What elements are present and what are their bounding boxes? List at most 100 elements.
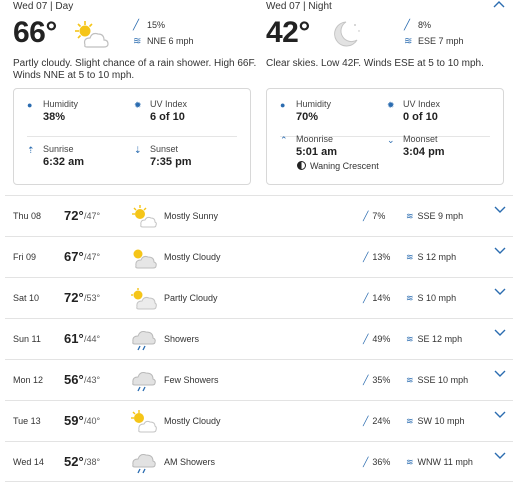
forecast-date: Fri 09 [13,252,37,262]
forecast-date: Mon 12 [13,375,44,385]
raindrop-icon: ╱ [363,252,369,262]
forecast-condition: Partly Cloudy [164,293,218,303]
sun-icon: ✹ [387,100,395,110]
forecast-high: 56° [64,372,84,387]
forecast-row[interactable]: Mon 12 56° /43° Few Showers ╱ 35% ≋ SSE 10… [5,359,513,400]
forecast-high: 72° [64,290,84,305]
forecast-low: /40° [84,416,101,426]
forecast-precip: ╱ 35% [363,375,391,385]
day-panel: Wed 07 | Day 66° ╱ 15% ≋ NNE 6 mph Partly … [13,0,263,82]
night-wind: ≋ ESE 7 mph [404,36,464,47]
forecast-high: 52° [64,454,84,469]
forecast-date: Sun 11 [13,334,41,344]
raindrop-icon: ╱ [363,416,369,426]
forecast-row[interactable]: Sat 10 72° /53° Partly Cloudy ╱ 14% ≋ S 10… [5,277,513,318]
sun-icon: ✹ [134,100,142,110]
forecast-precip: ╱ 13% [363,252,391,262]
moonset-icon: ⌄ [387,135,395,145]
collapse-chevron-icon[interactable] [493,0,505,8]
forecast-wind: ≋ SE 12 mph [406,334,463,344]
forecast-wind: ≋ S 12 mph [406,252,457,262]
forecast-low: /47° [84,252,101,262]
night-precip: ╱ 8% [404,20,432,31]
night-humidity: ● Humidity 70% [280,99,332,123]
forecast-condition: Mostly Cloudy [164,416,221,426]
expand-chevron-icon[interactable] [494,247,508,261]
wind-icon: ≋ [133,36,142,47]
forecast-date: Sat 10 [13,293,40,303]
day-temperature: 66° [13,16,57,49]
forecast-precip: ╱ 49% [363,334,391,344]
expand-chevron-icon[interactable] [494,411,508,425]
day-description: Partly cloudy. Slight chance of a rain s… [13,58,257,81]
wind-icon: ≋ [406,211,414,221]
forecast-precip: ╱ 36% [363,457,391,467]
day-wind: ≋ NNE 6 mph [133,36,194,47]
moonrise: ⌃ Moonrise 5:01 am [280,134,337,158]
forecast-low: /44° [84,334,101,344]
forecast-wind: ≋ SSE 9 mph [406,211,464,221]
rain-cloud-icon [129,368,157,394]
sunrise: ⇡ Sunrise 6:32 am [27,144,84,168]
expand-chevron-icon[interactable] [494,329,508,343]
night-date: Wed 07 | Night [266,1,332,12]
forecast-precip: ╱ 7% [363,211,386,221]
wind-icon: ≋ [406,416,414,426]
humidity-icon: ● [27,100,33,110]
raindrop-icon: ╱ [404,20,411,31]
forecast-condition: Few Showers [164,375,219,385]
moon-cloud-icon [324,19,362,51]
forecast-wind: ≋ SW 10 mph [406,416,465,426]
expand-chevron-icon[interactable] [494,452,508,466]
sunset-icon: ⇣ [134,145,142,155]
expand-chevron-icon[interactable] [494,288,508,302]
wind-icon: ≋ [406,457,414,467]
moonrise-icon: ⌃ [280,135,288,145]
night-temperature: 42° [266,16,310,49]
rain-cloud-icon [129,450,157,476]
humidity-icon: ● [280,100,286,110]
expand-chevron-icon[interactable] [494,206,508,220]
forecast-high: 61° [64,331,84,346]
sun-icon [129,204,157,230]
forecast-low: /38° [84,457,101,467]
moon-phase: Waning Crescent [297,161,379,171]
raindrop-icon: ╱ [363,334,369,344]
sunset: ⇣ Sunset 7:35 pm [134,144,192,168]
raindrop-icon: ╱ [363,293,369,303]
forecast-row[interactable]: Fri 09 67° /47° Mostly Cloudy ╱ 13% ≋ S 12… [5,236,513,277]
forecast-precip: ╱ 24% [363,416,391,426]
night-uv-index: ✹ UV Index 0 of 10 [387,99,441,123]
forecast-row[interactable]: Tue 13 59° /40° Mostly Cloudy ╱ 24% ≋ SW 1… [5,400,513,441]
sun-cloud-icon [129,409,157,435]
forecast-condition: Showers [164,334,200,344]
forecast-condition: Mostly Cloudy [164,252,221,262]
forecast-high: 59° [64,413,84,428]
wind-icon: ≋ [406,375,414,385]
forecast-condition: Mostly Sunny [164,211,219,221]
day-details-card: ● Humidity 38% ✹ UV Index 6 of 10 ⇡ Sunr… [13,88,251,185]
forecast-date: Wed 14 [13,457,44,467]
expand-chevron-icon[interactable] [494,370,508,384]
night-panel: Wed 07 | Night 42° ╱ 8% ≋ ESE 7 mph Clear … [266,0,516,70]
raindrop-icon: ╱ [133,20,140,31]
forecast-row[interactable]: Sun 11 61° /44° Showers ╱ 49% ≋ SE 12 mph [5,318,513,359]
forecast-low: /47° [84,211,101,221]
forecast-high: 72° [64,208,84,223]
wind-icon: ≋ [404,36,413,47]
forecast-wind: ≋ SSE 10 mph [406,375,469,385]
forecast-date: Tue 13 [13,416,41,426]
moon-phase-icon [297,161,306,170]
forecast-precip: ╱ 14% [363,293,391,303]
forecast-high: 67° [64,249,84,264]
day-date: Wed 07 | Day [13,1,74,12]
day-uv-index: ✹ UV Index 6 of 10 [134,99,188,123]
forecast-row[interactable]: Wed 14 52° /38° AM Showers ╱ 36% ≋ WNW 11 … [5,441,513,482]
daily-forecast-list: Thu 08 72° /47° Mostly Sunny ╱ 7% ≋ SSE 9 … [5,195,513,482]
day-humidity: ● Humidity 38% [27,99,79,123]
sunrise-icon: ⇡ [27,145,35,155]
forecast-row[interactable]: Thu 08 72° /47° Mostly Sunny ╱ 7% ≋ SSE 9 … [5,195,513,236]
wind-icon: ≋ [406,252,414,262]
forecast-low: /43° [84,375,101,385]
night-details-card: ● Humidity 70% ✹ UV Index 0 of 10 ⌃ Moon… [266,88,504,185]
